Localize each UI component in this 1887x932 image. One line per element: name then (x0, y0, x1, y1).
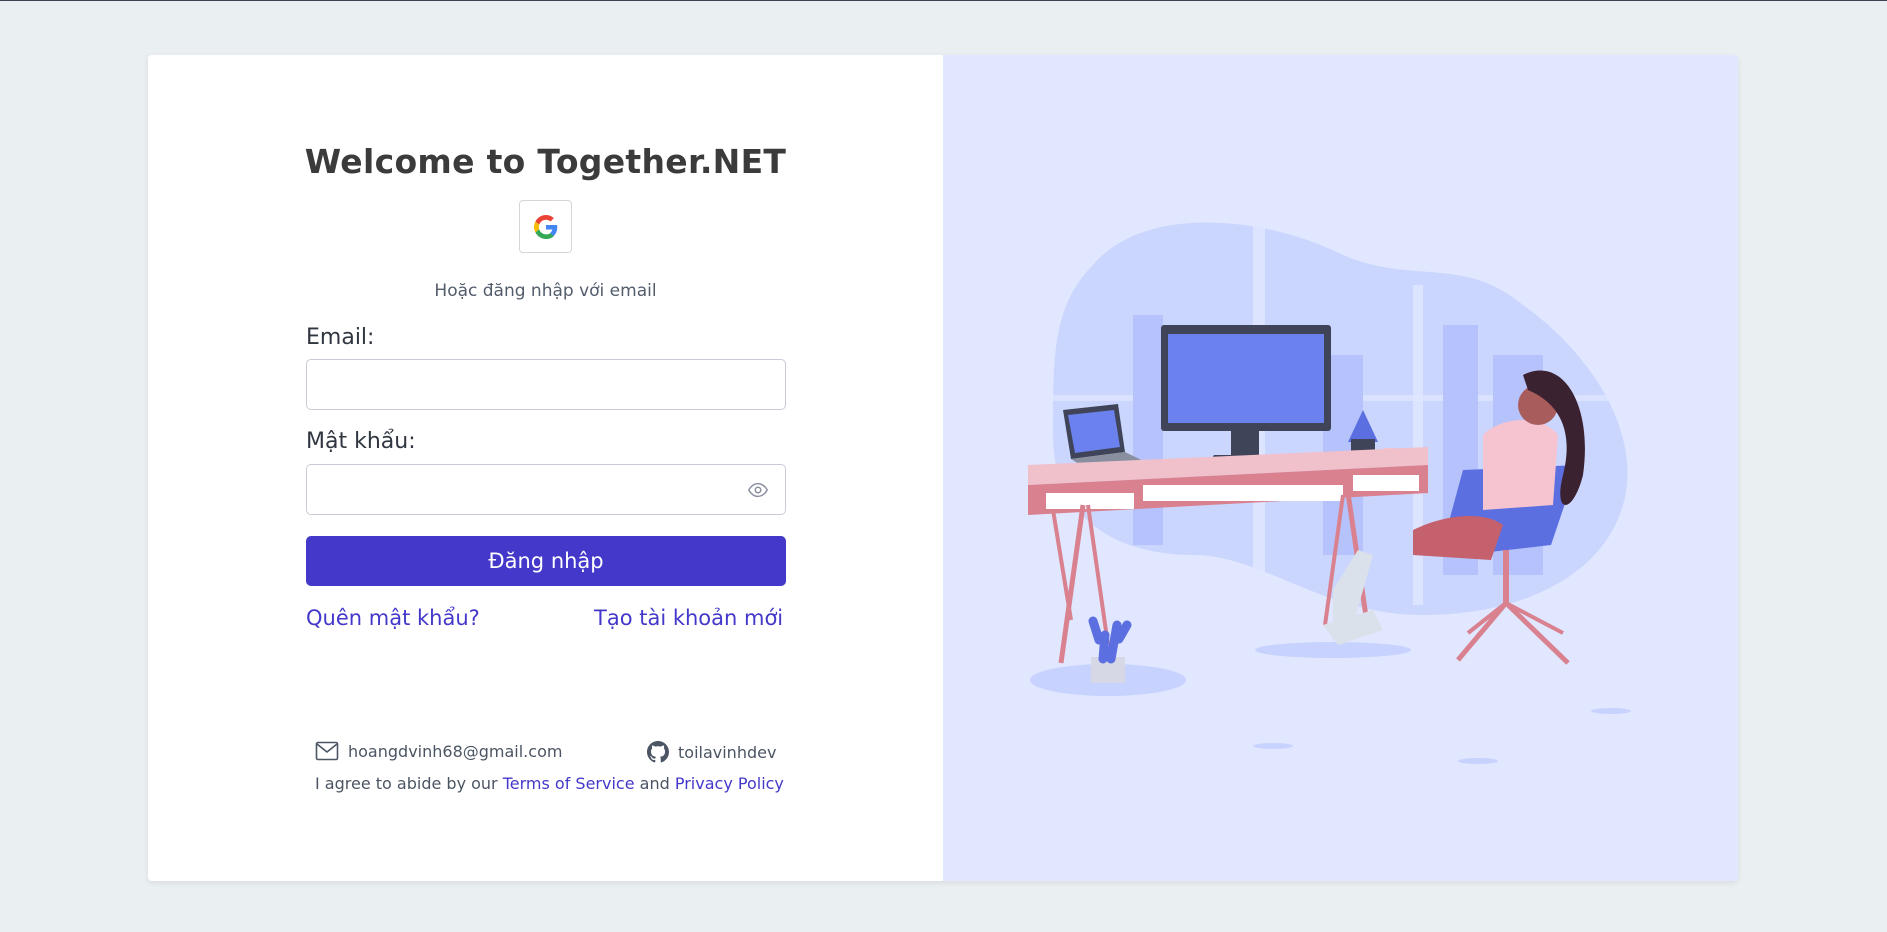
password-field[interactable] (306, 464, 786, 515)
page-title: Welcome to Together.NET (304, 142, 787, 181)
google-login-button[interactable] (519, 200, 572, 253)
agree-prefix: I agree to abide by our (315, 774, 498, 793)
show-password-toggle[interactable] (746, 478, 770, 502)
login-button[interactable]: Đăng nhập (306, 536, 786, 586)
create-account-link[interactable]: Tạo tài khoản mới (594, 606, 783, 630)
email-login-hint: Hoặc đăng nhập với email (434, 281, 657, 301)
terms-of-service-link[interactable]: Terms of Service (503, 774, 635, 793)
google-icon (533, 214, 557, 239)
login-panel: Welcome to Together.NET Hoặc đăng nhập v… (148, 55, 943, 881)
password-label: Mật khẩu: (306, 429, 416, 454)
eye-icon (748, 482, 768, 498)
agree-and: and (639, 774, 670, 793)
mail-icon (315, 741, 339, 761)
contact-github[interactable]: toilavinhdev (647, 741, 776, 763)
contact-github-text: toilavinhdev (678, 742, 777, 762)
github-icon (647, 741, 669, 763)
contact-email-text: hoangdvinh68@gmail.com (348, 741, 563, 761)
login-card: Welcome to Together.NET Hoặc đăng nhập v… (148, 55, 1738, 881)
privacy-policy-link[interactable]: Privacy Policy (675, 774, 784, 793)
terms-agreement: I agree to abide by our Terms of Service… (315, 774, 784, 793)
email-label: Email: (306, 325, 375, 350)
contact-email[interactable]: hoangdvinh68@gmail.com (315, 741, 562, 761)
illustration-panel (943, 55, 1738, 881)
workspace-illustration (1028, 222, 1633, 764)
email-field[interactable] (306, 359, 786, 410)
forgot-password-link[interactable]: Quên mật khẩu? (306, 606, 480, 630)
